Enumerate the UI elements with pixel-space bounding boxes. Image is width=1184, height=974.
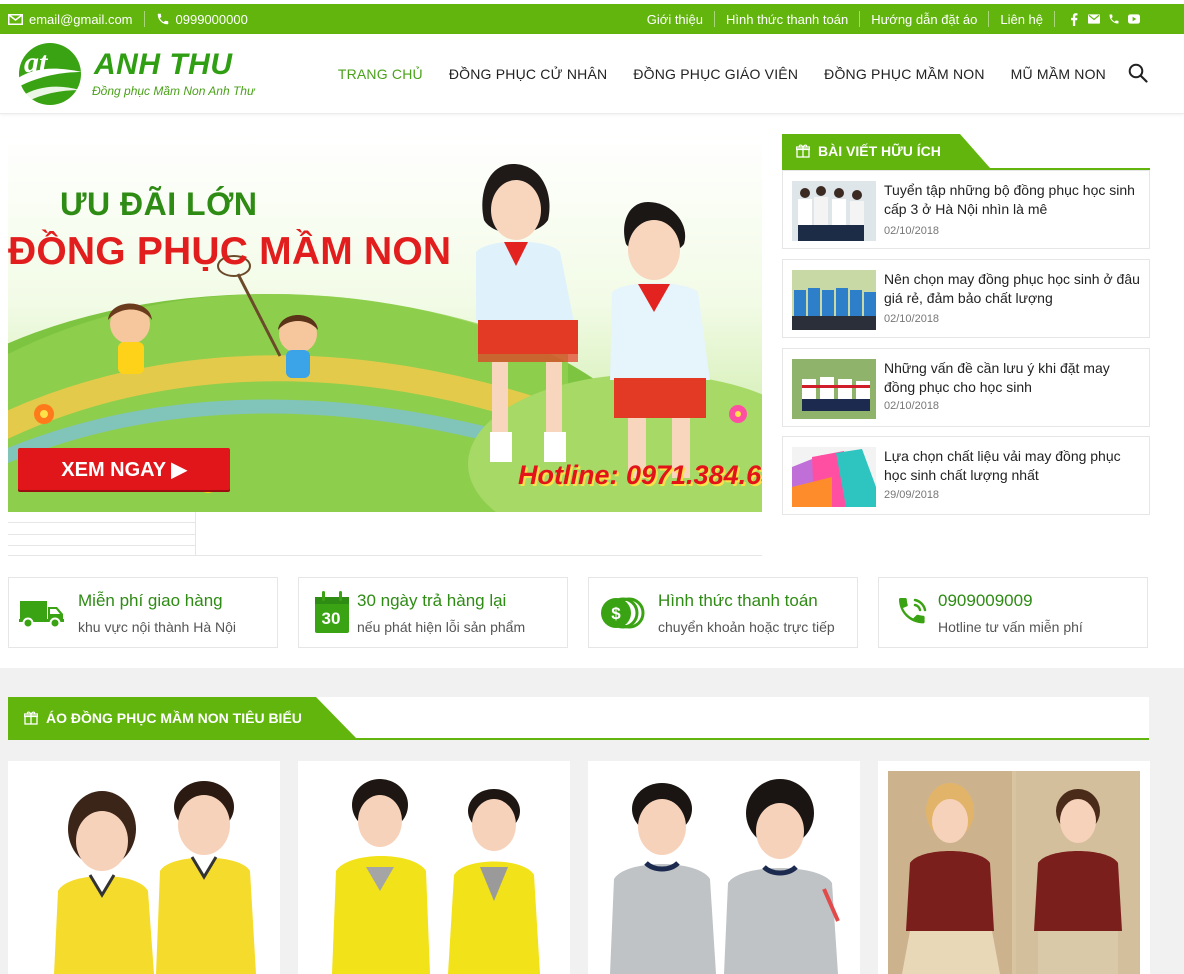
calendar-30-icon: 30 bbox=[308, 590, 356, 636]
gift-icon bbox=[796, 144, 810, 158]
heading-text: ÁO ĐỒNG PHỤC MẦM NON TIÊU BIỂU bbox=[46, 709, 302, 726]
product-image[interactable] bbox=[18, 771, 270, 974]
topbar-email-text: email@gmail.com bbox=[29, 11, 133, 27]
article-title[interactable]: Lựa chọn chất liệu vải may đồng phục học… bbox=[884, 447, 1142, 485]
logo-subtitle: Đồng phục Mầm Non Anh Thư bbox=[92, 84, 255, 98]
logo-mark-icon: at bbox=[18, 43, 82, 105]
article-item[interactable]: Lựa chọn chất liệu vải may đồng phục học… bbox=[782, 436, 1150, 515]
article-title[interactable]: Những vấn đề cần lưu ý khi đặt may đồng … bbox=[884, 359, 1142, 397]
feature-title: 30 ngày trả hàng lại bbox=[357, 591, 507, 610]
article-title[interactable]: Tuyển tập những bộ đồng phục học sinh cấ… bbox=[884, 181, 1142, 219]
phone-icon bbox=[156, 12, 170, 26]
mail-icon[interactable] bbox=[1088, 13, 1100, 25]
article-thumbnail[interactable] bbox=[792, 447, 876, 507]
feature-30-day-return: 30 30 ngày trả hàng lại nếu phát hiện lỗ… bbox=[298, 577, 568, 648]
banner-hotline: Hotline: 0971.384.63 bbox=[518, 460, 762, 490]
nav-item-teacher-uniform[interactable]: ĐỒNG PHỤC GIÁO VIÊN bbox=[633, 66, 798, 82]
view-now-button[interactable]: XEM NGAY ▶ bbox=[18, 448, 230, 490]
divider bbox=[8, 522, 196, 523]
divider bbox=[8, 545, 196, 546]
product-image[interactable] bbox=[308, 771, 560, 974]
feature-free-shipping: Miễn phí giao hàng khu vực nội thành Hà … bbox=[8, 577, 278, 648]
article-date: 29/09/2018 bbox=[884, 489, 940, 501]
divider bbox=[988, 11, 990, 27]
social-links bbox=[1068, 12, 1140, 26]
heading-tag: BÀI VIẾT HỮU ÍCH bbox=[782, 134, 990, 168]
divider bbox=[714, 11, 716, 27]
nav-item-preschool-hats[interactable]: MŨ MẦM NON bbox=[1011, 66, 1106, 82]
article-title[interactable]: Nên chọn may đồng phục học sinh ở đâu gi… bbox=[884, 270, 1142, 308]
feature-subtitle: Hotline tư vấn miễn phí bbox=[938, 619, 1083, 635]
divider bbox=[1054, 11, 1055, 27]
heading-text: BÀI VIẾT HỮU ÍCH bbox=[818, 143, 941, 159]
product-card[interactable] bbox=[878, 761, 1150, 974]
product-image[interactable] bbox=[598, 771, 850, 974]
feature-payment-methods: $ Hình thức thanh toán chuyển khoản hoặc… bbox=[588, 577, 858, 648]
feature-subtitle: chuyển khoản hoặc trực tiếp bbox=[658, 619, 835, 635]
promo-line-2: ĐỒNG PHỤC MẦM NON bbox=[8, 230, 452, 273]
product-card[interactable] bbox=[298, 761, 570, 974]
product-image[interactable] bbox=[888, 771, 1140, 974]
feature-subtitle: khu vực nội thành Hà Nội bbox=[78, 619, 237, 635]
phone-icon bbox=[888, 590, 936, 636]
nav-item-bachelor-uniform[interactable]: ĐỒNG PHỤC CỬ NHÂN bbox=[449, 66, 607, 82]
logo-title: ANH THU bbox=[94, 48, 233, 81]
article-thumbnail[interactable] bbox=[792, 359, 876, 419]
envelope-icon bbox=[8, 13, 23, 25]
topbar-link-order-guide[interactable]: Hướng dẫn đặt áo bbox=[871, 12, 977, 27]
heading-tag: ÁO ĐỒNG PHỤC MẦM NON TIÊU BIỂU bbox=[8, 697, 356, 738]
article-date: 02/10/2018 bbox=[884, 313, 940, 325]
topbar-phone-text: 0999000000 bbox=[175, 11, 248, 27]
site-header: at ANH THU Đồng phục Mầm Non Anh Thư TRA… bbox=[0, 34, 1184, 114]
top-bar: email@gmail.com 0999000000 Giới thiệu Hì… bbox=[0, 4, 1184, 34]
article-item[interactable]: Những vấn đề cần lưu ý khi đặt may đồng … bbox=[782, 348, 1150, 427]
article-date: 02/10/2018 bbox=[884, 400, 940, 412]
main-nav: TRANG CHỦ ĐỒNG PHỤC CỬ NHÂN ĐỒNG PHỤC GI… bbox=[312, 34, 1106, 114]
svg-text:at: at bbox=[24, 46, 49, 79]
coins-icon: $ bbox=[598, 590, 646, 636]
site-logo[interactable]: at ANH THU Đồng phục Mầm Non Anh Thư bbox=[10, 42, 280, 106]
facebook-icon[interactable] bbox=[1068, 12, 1080, 26]
article-thumbnail[interactable] bbox=[792, 181, 876, 241]
divider bbox=[859, 11, 861, 27]
nav-item-home[interactable]: TRANG CHỦ bbox=[338, 66, 423, 82]
topbar-link-payment[interactable]: Hình thức thanh toán bbox=[726, 12, 848, 27]
topbar-phone[interactable]: 0999000000 bbox=[156, 12, 248, 27]
hero-banner[interactable]: ƯU ĐÃI LỚN ĐỒNG PHỤC MẦM NON XEM NGAY ▶ … bbox=[8, 134, 762, 512]
topbar-email[interactable]: email@gmail.com bbox=[8, 12, 133, 27]
truck-icon bbox=[18, 590, 66, 636]
youtube-icon[interactable] bbox=[1128, 13, 1140, 25]
calendar-day-number: 30 bbox=[321, 609, 341, 628]
search-icon bbox=[1128, 63, 1148, 83]
gift-icon bbox=[24, 711, 38, 725]
divider bbox=[143, 11, 145, 27]
product-card[interactable] bbox=[588, 761, 860, 974]
article-item[interactable]: Nên chọn may đồng phục học sinh ở đâu gi… bbox=[782, 259, 1150, 338]
nav-item-preschool-uniform[interactable]: ĐỒNG PHỤC MẦM NON bbox=[824, 66, 985, 82]
feature-title: Miễn phí giao hàng bbox=[78, 591, 223, 610]
product-card[interactable] bbox=[8, 761, 280, 974]
article-item[interactable]: Tuyển tập những bộ đồng phục học sinh cấ… bbox=[782, 170, 1150, 249]
feature-hotline: 0909009009 Hotline tư vấn miễn phí bbox=[878, 577, 1148, 648]
divider bbox=[8, 534, 196, 535]
search-button[interactable] bbox=[1128, 63, 1150, 85]
promo-line-1: ƯU ĐÃI LỚN bbox=[60, 186, 258, 222]
topbar-link-contact[interactable]: Liên hệ bbox=[1000, 12, 1043, 27]
useful-articles-heading: BÀI VIẾT HỮU ÍCH bbox=[782, 134, 1150, 170]
banner-thumbnail-strip bbox=[8, 512, 762, 556]
phone-icon[interactable] bbox=[1108, 13, 1120, 25]
svg-text:$: $ bbox=[611, 604, 621, 623]
feature-subtitle: nếu phát hiện lỗi sản phẩm bbox=[357, 619, 526, 635]
feature-title: 0909009009 bbox=[938, 591, 1033, 610]
feature-title: Hình thức thanh toán bbox=[658, 591, 818, 610]
article-date: 02/10/2018 bbox=[884, 225, 940, 237]
featured-products-heading: ÁO ĐỒNG PHỤC MẦM NON TIÊU BIỂU bbox=[8, 697, 1149, 740]
article-thumbnail[interactable] bbox=[792, 270, 876, 330]
topbar-link-about[interactable]: Giới thiệu bbox=[647, 12, 703, 27]
